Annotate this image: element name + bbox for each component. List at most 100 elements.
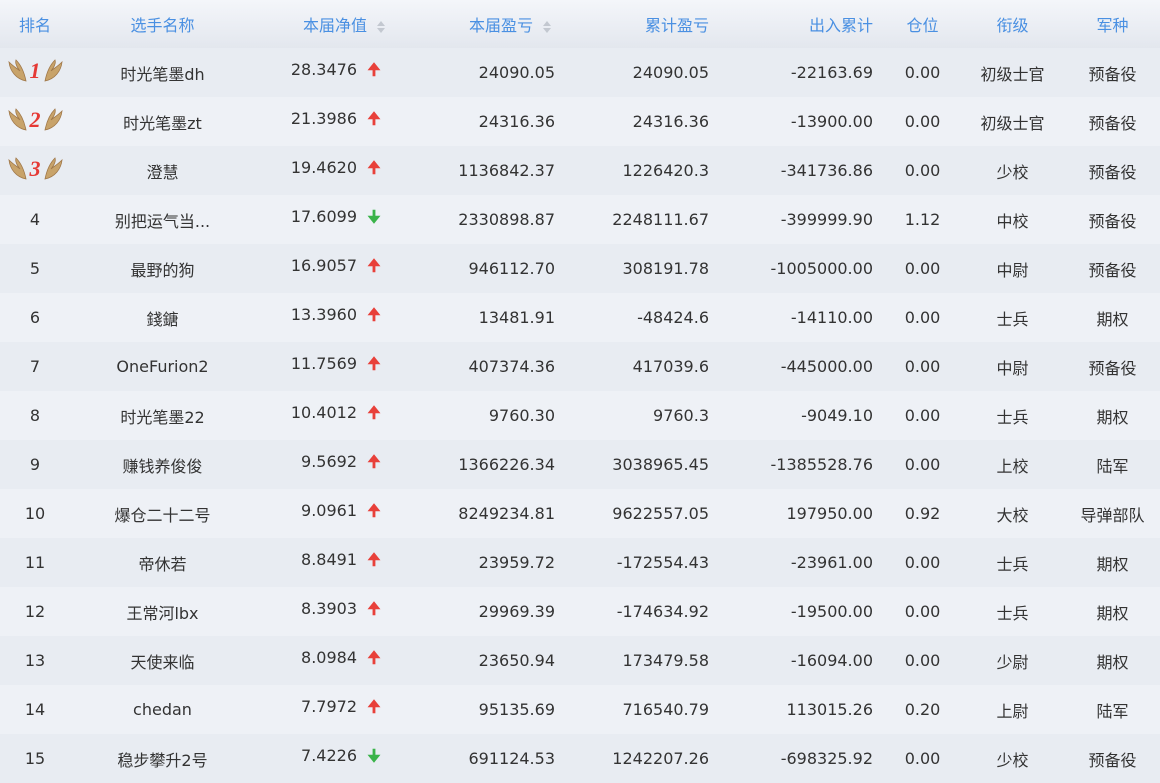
wing-right-icon bbox=[43, 108, 63, 131]
table-row[interactable]: 5 最野的狗 16.9057 🠉 946112.70 308191.78 -100… bbox=[0, 244, 1160, 293]
header-flow[interactable]: 出入累计 bbox=[725, 0, 885, 48]
player-name[interactable]: 赚钱养俊俊 bbox=[70, 440, 255, 489]
nav-value: 8.0984 bbox=[301, 648, 357, 667]
nav-cell: 16.9057 🠉 bbox=[255, 244, 405, 293]
title-value: 士兵 bbox=[960, 587, 1065, 636]
nav-cell: 7.4226 🠋 bbox=[255, 734, 405, 783]
header-position[interactable]: 仓位 bbox=[885, 0, 960, 48]
cum-pnl-value: -174634.92 bbox=[565, 587, 725, 636]
player-name[interactable]: 帝休若 bbox=[70, 538, 255, 587]
rank-medal: 2 bbox=[7, 107, 63, 133]
title-value: 少校 bbox=[960, 734, 1065, 783]
player-name[interactable]: 时光笔墨22 bbox=[70, 391, 255, 440]
position-value: 0.00 bbox=[885, 538, 960, 587]
branch-value: 期权 bbox=[1065, 391, 1160, 440]
rank-number: 12 bbox=[24, 602, 46, 621]
header-nav[interactable]: 本届净值 bbox=[255, 0, 405, 48]
rank-number: 13 bbox=[24, 651, 46, 670]
rank-cell: 2 bbox=[0, 97, 70, 146]
player-name[interactable]: 别把运气当... bbox=[70, 195, 255, 244]
player-name[interactable]: 錢鎕 bbox=[70, 293, 255, 342]
rank-number: 6 bbox=[29, 308, 41, 327]
header-name[interactable]: 选手名称 bbox=[70, 0, 255, 48]
header-branch[interactable]: 军种 bbox=[1065, 0, 1160, 48]
player-name[interactable]: OneFurion2 bbox=[70, 342, 255, 391]
pnl-value: 13481.91 bbox=[405, 293, 565, 342]
nav-cell: 8.0984 🠉 bbox=[255, 636, 405, 685]
player-name[interactable]: 天使来临 bbox=[70, 636, 255, 685]
branch-value: 预备役 bbox=[1065, 195, 1160, 244]
wing-right-icon bbox=[43, 59, 63, 82]
table-row[interactable]: 12 王常河lbx 8.3903 🠉 29969.39 -174634.92 -1… bbox=[0, 587, 1160, 636]
rank-number: 1 bbox=[29, 58, 41, 83]
title-value: 中尉 bbox=[960, 342, 1065, 391]
header-title[interactable]: 衔级 bbox=[960, 0, 1065, 48]
title-value: 大校 bbox=[960, 489, 1065, 538]
table-row[interactable]: 15 稳步攀升2号 7.4226 🠋 691124.53 1242207.26 -… bbox=[0, 734, 1160, 783]
pnl-value: 2330898.87 bbox=[405, 195, 565, 244]
flow-value: -1005000.00 bbox=[725, 244, 885, 293]
rank-cell: 15 bbox=[0, 734, 70, 783]
pnl-value: 29969.39 bbox=[405, 587, 565, 636]
sort-icon[interactable] bbox=[543, 20, 551, 33]
player-name[interactable]: 时光笔墨zt bbox=[70, 97, 255, 146]
player-name[interactable]: 王常河lbx bbox=[70, 587, 255, 636]
table-row[interactable]: 8 时光笔墨22 10.4012 🠉 9760.30 9760.3 -9049.1… bbox=[0, 391, 1160, 440]
branch-value: 预备役 bbox=[1065, 97, 1160, 146]
branch-value: 预备役 bbox=[1065, 48, 1160, 97]
rank-cell: 3 bbox=[0, 146, 70, 195]
table-row[interactable]: 13 天使来临 8.0984 🠉 23650.94 173479.58 -1609… bbox=[0, 636, 1160, 685]
branch-value: 期权 bbox=[1065, 293, 1160, 342]
rank-number: 9 bbox=[29, 455, 41, 474]
nav-cell: 13.3960 🠉 bbox=[255, 293, 405, 342]
table-row[interactable]: 9 赚钱养俊俊 9.5692 🠉 1366226.34 3038965.45 -1… bbox=[0, 440, 1160, 489]
wing-left-icon bbox=[7, 157, 27, 180]
table-row[interactable]: 6 錢鎕 13.3960 🠉 13481.91 -48424.6 -14110.0… bbox=[0, 293, 1160, 342]
branch-value: 导弹部队 bbox=[1065, 489, 1160, 538]
table-row[interactable]: 1 时光笔墨dh 28.3476 🠉 24090.05 24090.05 -221… bbox=[0, 48, 1160, 97]
sort-icon[interactable] bbox=[377, 20, 385, 33]
cum-pnl-value: 24090.05 bbox=[565, 48, 725, 97]
table-row[interactable]: 7 OneFurion2 11.7569 🠉 407374.36 417039.6… bbox=[0, 342, 1160, 391]
trend-arrow-icon: 🠉 bbox=[367, 697, 381, 716]
player-name[interactable]: 时光笔墨dh bbox=[70, 48, 255, 97]
branch-value: 陆军 bbox=[1065, 685, 1160, 734]
nav-cell: 17.6099 🠋 bbox=[255, 195, 405, 244]
player-name[interactable]: 最野的狗 bbox=[70, 244, 255, 293]
rank-number: 5 bbox=[29, 259, 41, 278]
player-name[interactable]: 澄慧 bbox=[70, 146, 255, 195]
rank-number: 7 bbox=[29, 357, 41, 376]
table-row[interactable]: 3 澄慧 19.4620 🠉 1136842.37 1226420.3 -3417… bbox=[0, 146, 1160, 195]
position-value: 0.00 bbox=[885, 440, 960, 489]
nav-value: 19.4620 bbox=[290, 158, 357, 177]
trend-arrow-icon: 🠉 bbox=[367, 109, 381, 128]
cum-pnl-value: 2248111.67 bbox=[565, 195, 725, 244]
header-cum-pnl[interactable]: 累计盈亏 bbox=[565, 0, 725, 48]
player-name[interactable]: chedan bbox=[70, 685, 255, 734]
branch-value: 期权 bbox=[1065, 636, 1160, 685]
flow-value: -445000.00 bbox=[725, 342, 885, 391]
trend-arrow-icon: 🠉 bbox=[367, 648, 381, 667]
nav-cell: 7.7972 🠉 bbox=[255, 685, 405, 734]
header-rank[interactable]: 排名 bbox=[0, 0, 70, 48]
header-pnl[interactable]: 本届盈亏 bbox=[405, 0, 565, 48]
position-value: 0.92 bbox=[885, 489, 960, 538]
position-value: 1.12 bbox=[885, 195, 960, 244]
pnl-value: 95135.69 bbox=[405, 685, 565, 734]
table-row[interactable]: 10 爆仓二十二号 9.0961 🠉 8249234.81 9622557.05 … bbox=[0, 489, 1160, 538]
rank-cell: 9 bbox=[0, 440, 70, 489]
branch-value: 预备役 bbox=[1065, 342, 1160, 391]
trend-arrow-icon: 🠋 bbox=[367, 207, 381, 226]
table-row[interactable]: 2 时光笔墨zt 21.3986 🠉 24316.36 24316.36 -139… bbox=[0, 97, 1160, 146]
flow-value: 197950.00 bbox=[725, 489, 885, 538]
player-name[interactable]: 爆仓二十二号 bbox=[70, 489, 255, 538]
nav-value: 8.8491 bbox=[301, 550, 357, 569]
title-value: 上校 bbox=[960, 440, 1065, 489]
flow-value: 113015.26 bbox=[725, 685, 885, 734]
wing-left-icon bbox=[7, 59, 27, 82]
nav-value: 7.7972 bbox=[301, 697, 357, 716]
table-row[interactable]: 14 chedan 7.7972 🠉 95135.69 716540.79 113… bbox=[0, 685, 1160, 734]
player-name[interactable]: 稳步攀升2号 bbox=[70, 734, 255, 783]
table-row[interactable]: 4 别把运气当... 17.6099 🠋 2330898.87 2248111.6… bbox=[0, 195, 1160, 244]
table-row[interactable]: 11 帝休若 8.8491 🠉 23959.72 -172554.43 -2396… bbox=[0, 538, 1160, 587]
